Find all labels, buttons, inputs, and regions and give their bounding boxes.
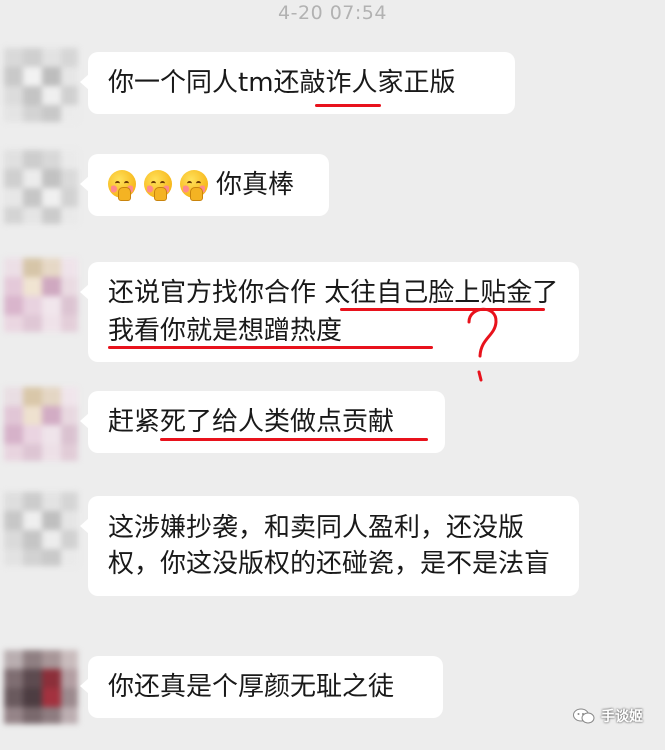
watermark-text: 手谈姬 [601, 709, 643, 725]
message-text: 这涉嫌抄袭，和卖同人盈利，还没版权，你这没版权的还碰瓷，是不是法盲 [108, 513, 551, 579]
avatar[interactable] [4, 650, 78, 724]
question-mark-icon [463, 300, 503, 388]
wechat-icon [573, 708, 595, 724]
message-bubble[interactable]: 赶紧死了给人类做点贡献 [80, 391, 445, 453]
message-text: 你还真是个厚颜无耻之徒 [108, 672, 395, 702]
emoji-group [108, 170, 216, 201]
timestamp: 4-20 07:54 [278, 2, 387, 24]
avatar[interactable] [4, 258, 78, 332]
red-underline [160, 438, 428, 441]
message-bubble[interactable]: 你真棒 [80, 154, 329, 216]
avatar[interactable] [4, 387, 78, 461]
red-underline [315, 104, 381, 107]
message-bubble[interactable]: 这涉嫌抄袭，和卖同人盈利，还没版权，你这没版权的还碰瓷，是不是法盲 [80, 496, 579, 596]
red-underline [340, 308, 545, 311]
message-text: 赶紧死了给人类做点贡献 [108, 407, 395, 437]
message-text: 你一个同人tm还敲诈人家正版 [108, 68, 456, 98]
avatar[interactable] [4, 150, 78, 224]
shy-emoji-icon [180, 170, 208, 201]
avatar[interactable] [4, 48, 78, 122]
watermark: 手谈姬 [573, 706, 643, 726]
red-underline [108, 346, 433, 349]
shy-emoji-icon [144, 170, 172, 201]
message-text: 你真棒 [216, 170, 295, 200]
message-bubble[interactable]: 你一个同人tm还敲诈人家正版 [80, 52, 515, 114]
message-bubble[interactable]: 你还真是个厚颜无耻之徒 [80, 656, 443, 718]
avatar[interactable] [4, 492, 78, 566]
shy-emoji-icon [108, 170, 136, 201]
